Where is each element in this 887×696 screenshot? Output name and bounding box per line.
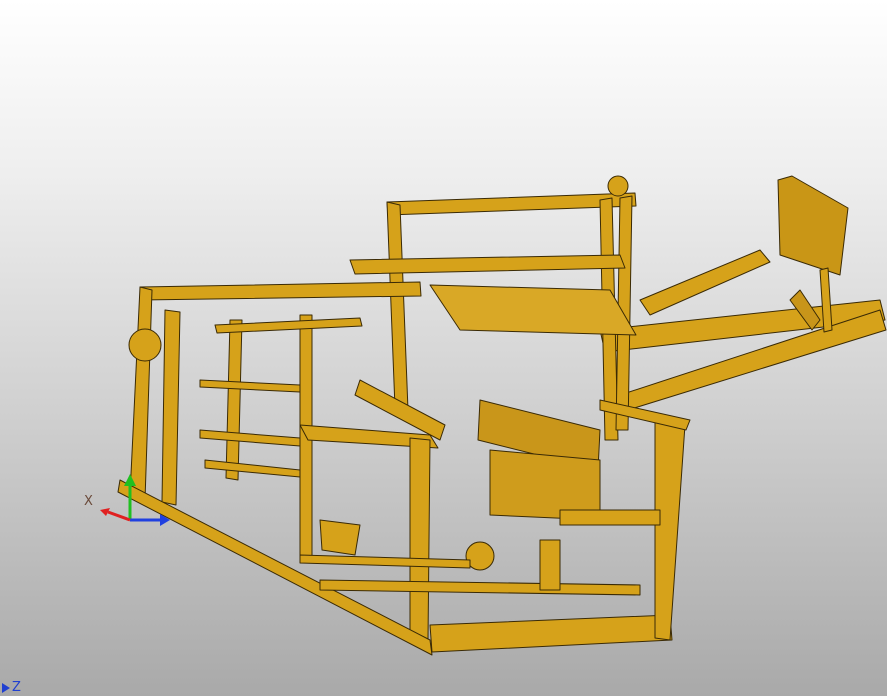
cad-viewport[interactable]: X Z <box>0 0 887 696</box>
corner-z-label: Z <box>12 680 21 695</box>
x-axis-icon <box>107 510 131 522</box>
axis-triad <box>100 474 170 526</box>
x-axis-label: X <box>84 494 93 509</box>
machine-frame-model[interactable] <box>0 0 887 696</box>
z-arrow-icon <box>2 682 10 693</box>
corner-z-indicator: Z <box>2 680 21 695</box>
